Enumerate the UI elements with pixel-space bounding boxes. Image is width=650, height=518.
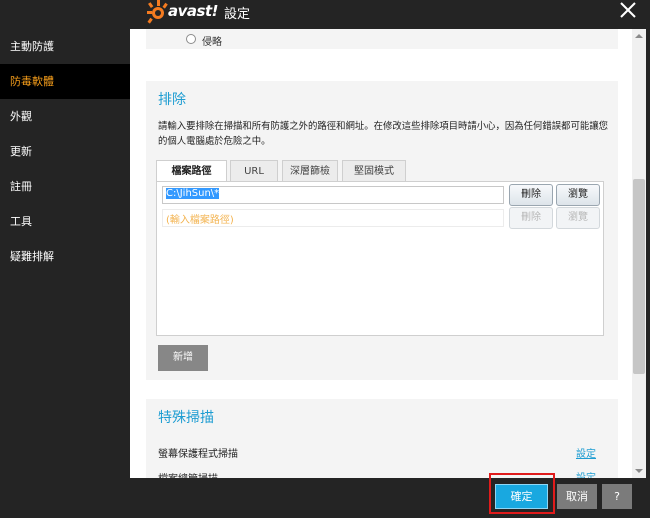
content-scrollbar[interactable] <box>632 29 646 478</box>
radio-button[interactable] <box>186 34 196 44</box>
tab-deep-scan[interactable]: 深層篩檢 <box>282 160 338 182</box>
sidebar-item-active-protection[interactable]: 主動防護 <box>0 29 130 64</box>
avast-settings-window: 一般 主動防護 防毒軟體 外觀 更新 註冊 工具 疑難排解 avast! 設定 <box>0 0 650 518</box>
add-button[interactable]: 新增 <box>158 345 208 371</box>
exclusions-panel: 排除 請輸入要排除在掃描和所有防護之外的路徑和網址。在修改這些排除項目時請小心，… <box>146 81 618 380</box>
screensaver-scan-settings-link[interactable]: 設定 <box>576 445 596 460</box>
explorer-scan-settings-link[interactable]: 設定 <box>576 469 596 478</box>
special-scans-panel: 特殊掃描 螢幕保護程式掃描 設定 檔案總管掃描 設定 <box>146 399 618 478</box>
scroll-down-arrow-icon[interactable] <box>632 464 646 478</box>
ok-button[interactable]: 確定 <box>495 484 548 509</box>
scroll-up-arrow-icon[interactable] <box>632 29 646 43</box>
window-title: 設定 <box>224 7 251 22</box>
path-input[interactable]: C:\JihSun\* <box>162 186 504 204</box>
delete-new-path-button[interactable]: 刪除 <box>509 207 553 229</box>
sensitivity-panel: 侵略 <box>146 29 618 49</box>
delete-path-button[interactable]: 刪除 <box>509 184 553 206</box>
tab-hardened-mode[interactable]: 堅固模式 <box>342 160 406 182</box>
title-bar: avast! 設定 <box>0 0 650 29</box>
screensaver-scan-label: 螢幕保護程式掃描 <box>158 449 238 460</box>
new-path-input[interactable]: (輸入檔案路徑) <box>162 209 504 227</box>
explorer-scan-label: 檔案總管掃描 <box>158 470 218 478</box>
sidebar-item-troubleshooting[interactable]: 疑難排解 <box>0 239 130 274</box>
help-button[interactable]: ? <box>602 484 632 509</box>
radio-label: 侵略 <box>202 37 222 48</box>
exclusions-title: 排除 <box>158 92 186 108</box>
brand-name: avast! <box>168 2 218 20</box>
close-icon[interactable] <box>617 0 639 20</box>
sidebar-item-update[interactable]: 更新 <box>0 134 130 169</box>
exclusions-description: 請輸入要排除在掃描和所有防護之外的路徑和網址。在修改這些排除項目時請小心，因為任… <box>158 121 609 147</box>
sidebar: 一般 主動防護 防毒軟體 外觀 更新 註冊 工具 疑難排解 <box>0 0 130 478</box>
file-path-list: C:\JihSun\* 刪除 瀏覽 (輸入檔案路徑) 刪除 瀏覽 <box>156 181 604 336</box>
tab-file-paths[interactable]: 檔案路徑 <box>156 160 227 183</box>
browse-path-button[interactable]: 瀏覽 <box>556 184 600 206</box>
browse-new-path-button[interactable]: 瀏覽 <box>556 207 600 229</box>
settings-content: 侵略 排除 請輸入要排除在掃描和所有防護之外的路徑和網址。在修改這些排除項目時請… <box>130 29 632 478</box>
sidebar-item-antivirus[interactable]: 防毒軟體 <box>0 64 130 99</box>
cancel-button[interactable]: 取消 <box>557 484 597 509</box>
path-value: C:\JihSun\* <box>166 188 220 199</box>
footer-bar: 確定 取消 ? <box>0 473 650 518</box>
special-scans-title: 特殊掃描 <box>158 410 214 426</box>
tab-url[interactable]: URL <box>230 160 278 182</box>
sidebar-item-tools[interactable]: 工具 <box>0 204 130 239</box>
sidebar-item-appearance[interactable]: 外觀 <box>0 99 130 134</box>
exclusion-tabs: 檔案路徑 URL 深層篩檢 堅固模式 <box>156 160 606 183</box>
sidebar-item-registration[interactable]: 註冊 <box>0 169 130 204</box>
scroll-thumb[interactable] <box>633 179 645 374</box>
